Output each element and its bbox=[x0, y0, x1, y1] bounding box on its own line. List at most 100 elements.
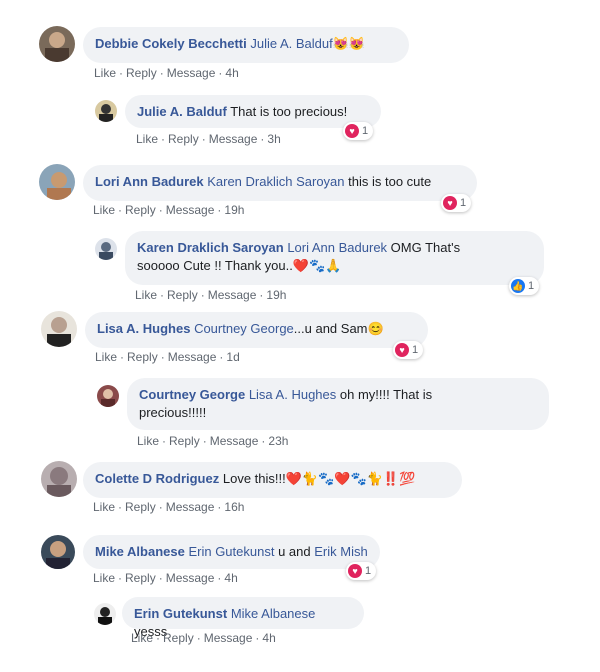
comment-bubble: Colette D Rodriguez Love this!!!❤️🐈🐾❤️🐾🐈… bbox=[83, 462, 462, 498]
reaction-count: 1 bbox=[528, 280, 535, 292]
comment-author[interactable]: Julie A. Balduf bbox=[137, 104, 227, 119]
comment-bubble: Julie A. Balduf That is too precious! bbox=[125, 95, 381, 128]
comment-text-line2: sooooo Cute !! Thank you.. bbox=[137, 258, 293, 273]
reply-link[interactable]: Reply bbox=[125, 571, 156, 585]
comment-actions: Like · Reply · Message · 4h bbox=[131, 631, 276, 645]
like-link[interactable]: Like bbox=[135, 288, 157, 302]
comment-author[interactable]: Karen Draklich Saroyan bbox=[137, 240, 284, 255]
comment-actions: Like · Reply · Message · 3h bbox=[136, 132, 281, 146]
comment-timestamp[interactable]: 4h bbox=[225, 66, 238, 80]
reaction-badge[interactable]: ♥ 1 bbox=[393, 341, 424, 359]
comment-timestamp[interactable]: 3h bbox=[267, 132, 280, 146]
reaction-count: 1 bbox=[412, 344, 419, 356]
avatar[interactable] bbox=[41, 535, 75, 569]
message-link[interactable]: Message bbox=[167, 66, 216, 80]
reaction-badge[interactable]: ♥ 1 bbox=[441, 194, 472, 212]
message-link[interactable]: Message bbox=[168, 350, 217, 364]
comment-timestamp[interactable]: 4h bbox=[224, 571, 237, 585]
reply-link[interactable]: Reply bbox=[167, 288, 198, 302]
comment-mention[interactable]: Julie A. Balduf bbox=[250, 36, 332, 51]
like-link[interactable]: Like bbox=[131, 631, 153, 645]
like-link[interactable]: Like bbox=[94, 66, 116, 80]
comment-text: Love this!!! bbox=[222, 471, 286, 486]
comment-timestamp[interactable]: 23h bbox=[268, 434, 288, 448]
comment-bubble: Courtney George Lisa A. Hughes oh my!!!!… bbox=[127, 378, 549, 430]
avatar[interactable] bbox=[39, 26, 75, 62]
like-link[interactable]: Like bbox=[95, 350, 117, 364]
reaction-badge[interactable]: ♥ 1 bbox=[343, 122, 374, 140]
reaction-badge[interactable]: 👍 1 bbox=[509, 277, 540, 295]
like-link[interactable]: Like bbox=[137, 434, 159, 448]
message-link[interactable]: Message bbox=[166, 500, 215, 514]
message-link[interactable]: Message bbox=[210, 434, 259, 448]
comment-actions: Like · Reply · Message · 4h bbox=[94, 66, 239, 80]
reaction-count: 1 bbox=[362, 125, 369, 137]
comment-emojis: ❤️🐈🐾❤️🐾🐈‼️💯 bbox=[285, 471, 416, 486]
heart-icon: ♥ bbox=[348, 564, 362, 578]
like-link[interactable]: Like bbox=[93, 571, 115, 585]
comment-text: ...u and Sam bbox=[293, 321, 368, 336]
comment-actions: Like · Reply · Message · 4h bbox=[93, 571, 238, 585]
like-link[interactable]: Like bbox=[93, 203, 115, 217]
comment-actions: Like · Reply · Message · 23h bbox=[137, 434, 289, 448]
comment-bubble: Karen Draklich Saroyan Lori Ann Badurek … bbox=[125, 231, 544, 285]
reaction-badge[interactable]: ♥ 1 bbox=[346, 562, 377, 580]
comment-timestamp[interactable]: 19h bbox=[224, 203, 244, 217]
reply-link[interactable]: Reply bbox=[127, 350, 158, 364]
comment-mention[interactable]: Mike Albanese bbox=[231, 606, 316, 621]
comment-author[interactable]: Lisa A. Hughes bbox=[97, 321, 190, 336]
comment-bubble: Erin Gutekunst Mike Albanese yesss bbox=[122, 597, 364, 639]
avatar[interactable] bbox=[41, 311, 77, 347]
comment-author[interactable]: Courtney George bbox=[139, 387, 245, 402]
reply-link[interactable]: Reply bbox=[126, 66, 157, 80]
comment-bubble: Mike Albanese Erin Gutekunst u and Erik … bbox=[83, 535, 380, 569]
avatar[interactable] bbox=[95, 100, 117, 122]
like-link[interactable]: Like bbox=[136, 132, 158, 146]
comment-author[interactable]: Lori Ann Badurek bbox=[95, 174, 204, 189]
comment-author[interactable]: Erin Gutekunst bbox=[134, 606, 227, 621]
heart-icon: ♥ bbox=[395, 343, 409, 357]
heart-icon: ♥ bbox=[443, 196, 457, 210]
comment-timestamp[interactable]: 16h bbox=[224, 500, 244, 514]
comment-text: u and bbox=[278, 544, 311, 559]
reply-link[interactable]: Reply bbox=[125, 500, 156, 514]
comment-emojis: ❤️🐾🙏 bbox=[292, 258, 342, 273]
message-link[interactable]: Message bbox=[208, 288, 257, 302]
comment-timestamp[interactable]: 4h bbox=[262, 631, 275, 645]
comment-mention[interactable]: Lori Ann Badurek bbox=[287, 240, 387, 255]
reply-link[interactable]: Reply bbox=[125, 203, 156, 217]
comment-text: this is too cute bbox=[348, 174, 432, 189]
reply-link[interactable]: Reply bbox=[169, 434, 200, 448]
comment-mention[interactable]: Erin Gutekunst bbox=[188, 544, 274, 559]
comment-mention[interactable]: Karen Draklich Saroyan bbox=[207, 174, 344, 189]
avatar[interactable] bbox=[39, 164, 75, 200]
thumbs-up-icon: 👍 bbox=[511, 279, 525, 293]
reply-link[interactable]: Reply bbox=[163, 631, 194, 645]
comment-text-line2: precious!!!!! bbox=[139, 405, 207, 420]
comment-text: OMG That's bbox=[390, 240, 461, 255]
comment-author[interactable]: Mike Albanese bbox=[95, 544, 185, 559]
reply-link[interactable]: Reply bbox=[168, 132, 199, 146]
message-link[interactable]: Message bbox=[166, 571, 215, 585]
reaction-count: 1 bbox=[365, 565, 372, 577]
message-link[interactable]: Message bbox=[209, 132, 258, 146]
comment-mention[interactable]: Courtney George bbox=[194, 321, 294, 336]
avatar[interactable] bbox=[95, 238, 117, 260]
avatar[interactable] bbox=[41, 461, 77, 497]
comment-mention-2[interactable]: Erik Mish bbox=[314, 544, 367, 559]
comment-author[interactable]: Colette D Rodriguez bbox=[95, 471, 219, 486]
heart-icon: ♥ bbox=[345, 124, 359, 138]
comment-mention[interactable]: Lisa A. Hughes bbox=[249, 387, 336, 402]
comment-actions: Like · Reply · Message · 19h bbox=[135, 288, 287, 302]
avatar[interactable] bbox=[94, 603, 116, 625]
avatar[interactable] bbox=[97, 385, 119, 407]
comment-timestamp[interactable]: 19h bbox=[266, 288, 286, 302]
comment-author[interactable]: Debbie Cokely Becchetti bbox=[95, 36, 247, 51]
like-link[interactable]: Like bbox=[93, 500, 115, 514]
comment-bubble: Lisa A. Hughes Courtney George...u and S… bbox=[85, 312, 428, 348]
message-link[interactable]: Message bbox=[204, 631, 253, 645]
message-link[interactable]: Message bbox=[166, 203, 215, 217]
comment-actions: Like · Reply · Message · 19h bbox=[93, 203, 245, 217]
comment-text: That is too precious! bbox=[230, 104, 348, 119]
comment-timestamp[interactable]: 1d bbox=[226, 350, 239, 364]
